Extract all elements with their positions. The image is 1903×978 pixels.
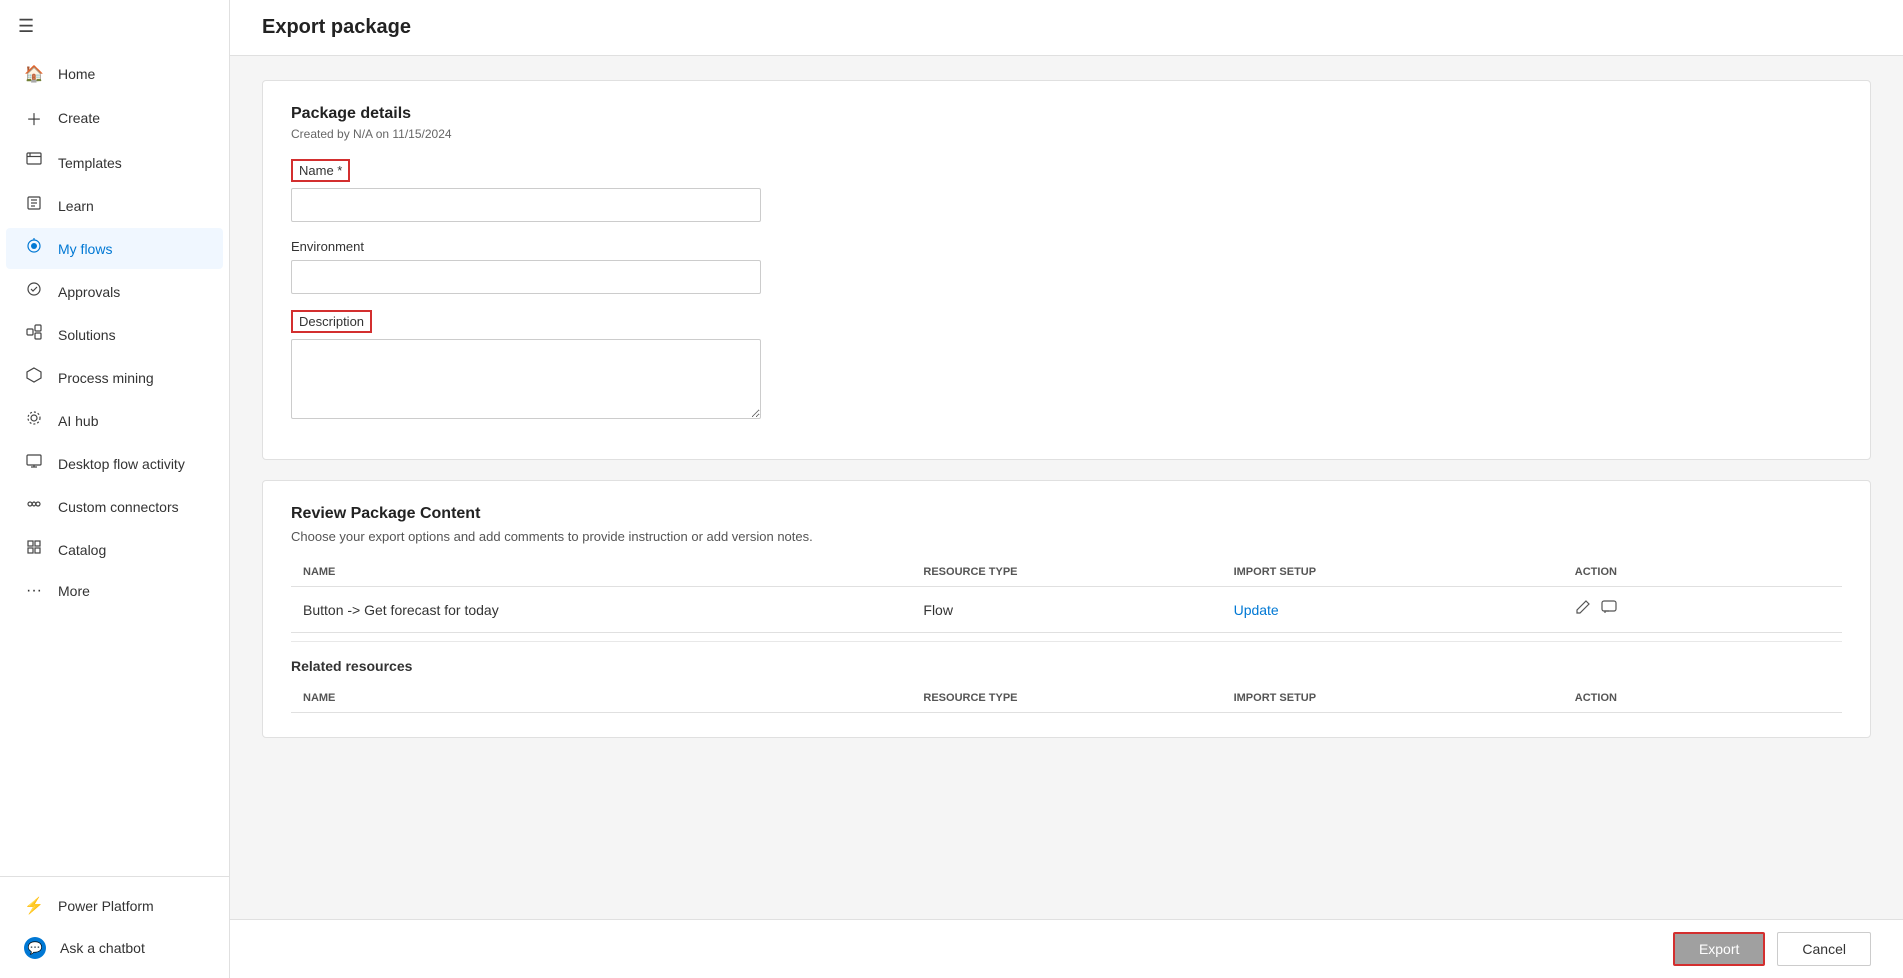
col-header-resource-type: RESOURCE TYPE [911, 558, 1221, 587]
learn-icon [24, 195, 44, 216]
hamburger-icon[interactable]: ☰ [0, 0, 229, 53]
sidebar-item-label: Create [58, 110, 100, 126]
package-details-card: Package details Created by N/A on 11/15/… [262, 80, 1871, 460]
home-icon: 🏠 [24, 64, 44, 84]
sidebar-item-label: Catalog [58, 542, 106, 558]
sidebar-item-label: AI hub [58, 413, 98, 429]
more-icon: ··· [24, 582, 44, 600]
related-col-import-setup: IMPORT SETUP [1222, 684, 1563, 713]
templates-icon [24, 152, 44, 173]
review-package-desc: Choose your export options and add comme… [291, 529, 1842, 544]
edit-icon[interactable] [1575, 599, 1591, 620]
sidebar-item-power-platform[interactable]: ⚡ Power Platform [6, 886, 223, 926]
sidebar-item-solutions[interactable]: Solutions [6, 314, 223, 355]
sidebar-item-label: Ask a chatbot [60, 940, 145, 956]
col-header-name: NAME [291, 558, 911, 587]
environment-input[interactable] [291, 260, 761, 294]
review-package-heading: Review Package Content [291, 505, 1842, 523]
sidebar-item-label: Solutions [58, 327, 116, 343]
package-details-subtitle: Created by N/A on 11/15/2024 [291, 127, 1842, 141]
sidebar-item-label: Approvals [58, 284, 120, 300]
row-import-setup: Update [1222, 587, 1563, 633]
chatbot-icon: 💬 [24, 937, 46, 959]
row-action [1563, 587, 1842, 633]
approvals-icon [24, 281, 44, 302]
main-content: Export package Package details Created b… [230, 0, 1903, 978]
review-package-table: NAME RESOURCE TYPE IMPORT SETUP ACTION B… [291, 558, 1842, 633]
action-icons [1575, 599, 1830, 620]
catalog-icon [24, 539, 44, 560]
custom-connectors-icon [24, 496, 44, 517]
update-link[interactable]: Update [1234, 602, 1279, 618]
sidebar-item-home[interactable]: 🏠 Home [6, 54, 223, 94]
sidebar-item-label: Power Platform [58, 898, 154, 914]
description-textarea[interactable] [291, 339, 761, 419]
sidebar-item-label: Templates [58, 155, 122, 171]
desktop-flow-activity-icon [24, 453, 44, 474]
sidebar: ☰ 🏠 Home ＋ Create Templates Learn My flo… [0, 0, 230, 978]
sidebar-item-label: My flows [58, 241, 112, 257]
footer-bar: Export Cancel [230, 919, 1903, 978]
content-area: Package details Created by N/A on 11/15/… [230, 56, 1903, 762]
table-row: Button -> Get forecast for today Flow Up… [291, 587, 1842, 633]
sidebar-item-label: More [58, 583, 90, 599]
package-details-heading: Package details [291, 105, 1842, 123]
name-form-group: Name * [291, 159, 1842, 222]
environment-form-group: Environment [291, 238, 1842, 294]
related-col-action: ACTION [1563, 684, 1842, 713]
sidebar-item-create[interactable]: ＋ Create [6, 96, 223, 140]
related-resources-label: Related resources [291, 658, 1842, 674]
sidebar-item-approvals[interactable]: Approvals [6, 271, 223, 312]
sidebar-item-label: Desktop flow activity [58, 456, 185, 472]
page-header: Export package [230, 0, 1903, 56]
sidebar-item-custom-connectors[interactable]: Custom connectors [6, 486, 223, 527]
solutions-icon [24, 324, 44, 345]
sidebar-item-more[interactable]: ··· More [6, 572, 223, 610]
comment-icon[interactable] [1601, 599, 1617, 620]
name-input[interactable] [291, 188, 761, 222]
description-form-group: Description [291, 310, 1842, 419]
sidebar-item-label: Learn [58, 198, 94, 214]
sidebar-item-ask-chatbot[interactable]: 💬 Ask a chatbot [6, 927, 223, 969]
related-col-name: NAME [291, 684, 911, 713]
page-title: Export package [262, 16, 1871, 39]
related-col-resource-type: RESOURCE TYPE [911, 684, 1221, 713]
sidebar-item-learn[interactable]: Learn [6, 185, 223, 226]
sidebar-item-templates[interactable]: Templates [6, 142, 223, 183]
sidebar-item-ai-hub[interactable]: AI hub [6, 400, 223, 441]
related-resources-table: NAME RESOURCE TYPE IMPORT SETUP ACTION [291, 684, 1842, 713]
create-icon: ＋ [24, 106, 44, 130]
name-label: Name * [291, 159, 350, 182]
col-header-import-setup: IMPORT SETUP [1222, 558, 1563, 587]
environment-label: Environment [291, 239, 364, 254]
sidebar-item-label: Home [58, 66, 95, 82]
sidebar-item-process-mining[interactable]: Process mining [6, 357, 223, 398]
sidebar-item-label: Process mining [58, 370, 154, 386]
row-name: Button -> Get forecast for today [291, 587, 911, 633]
my-flows-icon [24, 238, 44, 259]
sidebar-item-my-flows[interactable]: My flows [6, 228, 223, 269]
row-resource-type: Flow [911, 587, 1221, 633]
section-divider [291, 641, 1842, 642]
process-mining-icon [24, 367, 44, 388]
review-package-card: Review Package Content Choose your expor… [262, 480, 1871, 738]
description-label: Description [291, 310, 372, 333]
ai-hub-icon [24, 410, 44, 431]
sidebar-item-label: Custom connectors [58, 499, 179, 515]
export-button[interactable]: Export [1673, 932, 1765, 966]
sidebar-item-desktop-flow-activity[interactable]: Desktop flow activity [6, 443, 223, 484]
col-header-action: ACTION [1563, 558, 1842, 587]
cancel-button[interactable]: Cancel [1777, 932, 1871, 966]
power-platform-icon: ⚡ [24, 896, 44, 916]
sidebar-item-catalog[interactable]: Catalog [6, 529, 223, 570]
